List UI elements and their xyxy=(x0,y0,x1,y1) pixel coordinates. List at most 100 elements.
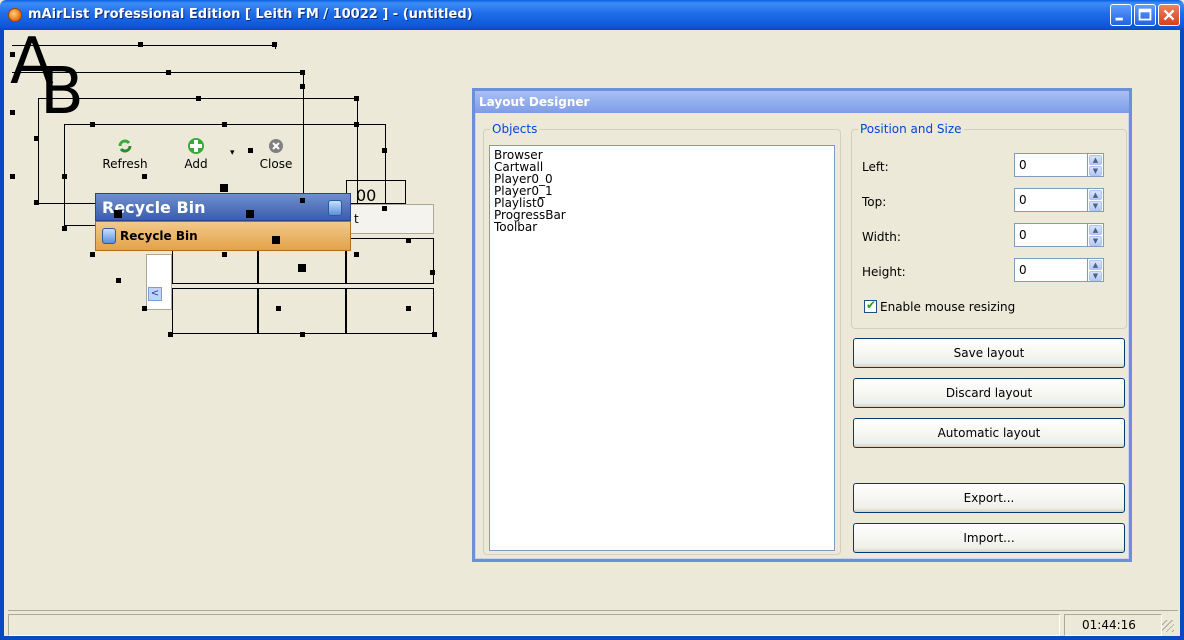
objects-listbox[interactable]: Browser Cartwall Player0_0 Player0_1 Pla… xyxy=(489,145,835,551)
maximize-button[interactable] xyxy=(1134,4,1156,26)
resize-handle[interactable] xyxy=(222,252,227,257)
list-item[interactable]: Browser xyxy=(494,149,830,161)
width-spin-buttons[interactable]: ▲ ▼ xyxy=(1088,223,1104,247)
close-circle-icon xyxy=(269,139,283,153)
spin-down-icon[interactable]: ▼ xyxy=(1089,271,1102,281)
save-layout-button[interactable]: Save layout xyxy=(853,338,1125,368)
enable-mouse-resizing-checkbox[interactable]: ✔ xyxy=(864,298,877,313)
resize-handle[interactable] xyxy=(114,210,122,218)
resize-handle[interactable] xyxy=(248,148,253,153)
toolbar-close-button[interactable]: Close xyxy=(254,137,298,171)
resize-handle[interactable] xyxy=(406,306,411,311)
add-icon xyxy=(188,138,204,154)
resize-handle[interactable] xyxy=(142,306,147,311)
resize-handle[interactable] xyxy=(34,136,39,141)
close-window-button[interactable] xyxy=(1158,4,1180,26)
wireframe-browser[interactable] xyxy=(12,45,276,49)
resize-handle[interactable] xyxy=(34,200,39,205)
width-input[interactable]: 0 xyxy=(1014,223,1088,247)
resize-handle[interactable] xyxy=(62,174,67,179)
recycle-bin-item[interactable]: Recycle Bin xyxy=(95,221,351,251)
width-spinner[interactable]: 0 ▲ ▼ xyxy=(1014,223,1104,247)
resize-handle[interactable] xyxy=(406,238,411,243)
spin-down-icon[interactable]: ▼ xyxy=(1089,201,1102,211)
resize-handle[interactable] xyxy=(298,264,306,272)
top-spin-buttons[interactable]: ▲ ▼ xyxy=(1088,188,1104,212)
top-spinner[interactable]: 0 ▲ ▼ xyxy=(1014,188,1104,212)
resize-handle[interactable] xyxy=(382,148,387,153)
resize-handle[interactable] xyxy=(222,122,227,127)
refresh-label: Refresh xyxy=(102,157,148,171)
automatic-layout-button[interactable]: Automatic layout xyxy=(853,418,1125,448)
recycle-bin-item-label: Recycle Bin xyxy=(120,229,198,243)
resize-handle[interactable] xyxy=(272,42,277,47)
resize-handle[interactable] xyxy=(354,122,359,127)
top-input[interactable]: 0 xyxy=(1014,188,1088,212)
list-item[interactable]: ProgressBar xyxy=(494,209,830,221)
dropdown-arrow-icon[interactable]: ▾ xyxy=(230,148,235,158)
list-item[interactable]: Player0_1 xyxy=(494,185,830,197)
height-input[interactable]: 0 xyxy=(1014,258,1088,282)
left-input[interactable]: 0 xyxy=(1014,153,1088,177)
resize-handle[interactable] xyxy=(116,278,121,283)
cart-cell-5[interactable] xyxy=(258,288,346,334)
list-item[interactable]: Toolbar xyxy=(494,221,830,233)
spin-up-icon[interactable]: ▲ xyxy=(1089,155,1102,165)
import-button[interactable]: Import... xyxy=(853,523,1125,553)
close-icon xyxy=(1163,9,1175,21)
resize-handle[interactable] xyxy=(272,236,280,244)
toolbar-refresh-button[interactable]: Refresh xyxy=(100,137,150,171)
spin-down-icon[interactable]: ▼ xyxy=(1089,236,1102,246)
resize-handle[interactable] xyxy=(300,84,305,89)
spin-down-icon[interactable]: ▼ xyxy=(1089,166,1102,176)
cart-cell-4[interactable] xyxy=(172,288,258,334)
status-clock: 01:44:16 xyxy=(1082,618,1136,632)
resize-handle[interactable] xyxy=(354,252,359,257)
enable-mouse-resizing-label[interactable]: Enable mouse resizing xyxy=(880,300,1015,314)
resize-handle[interactable] xyxy=(166,70,171,75)
resize-handle[interactable] xyxy=(220,184,228,192)
discard-layout-button[interactable]: Discard layout xyxy=(853,378,1125,408)
counter-fragment: 00 xyxy=(356,186,377,205)
resize-handle[interactable] xyxy=(62,226,67,231)
resize-handle[interactable] xyxy=(10,174,15,179)
spin-up-icon[interactable]: ▲ xyxy=(1089,225,1102,235)
resize-handle[interactable] xyxy=(196,96,201,101)
export-button[interactable]: Export... xyxy=(853,483,1125,513)
cart-cell-3[interactable] xyxy=(346,238,434,284)
minimize-button[interactable] xyxy=(1110,4,1132,26)
toolbar-add-button[interactable]: Add xyxy=(178,137,214,171)
resize-handle[interactable] xyxy=(10,52,15,57)
resize-handle[interactable] xyxy=(300,70,305,75)
height-spin-buttons[interactable]: ▲ ▼ xyxy=(1088,258,1104,282)
playlist-scroll-area[interactable] xyxy=(146,254,172,310)
objects-group-label: Objects xyxy=(490,122,540,136)
window-frame-right xyxy=(1180,30,1184,640)
window-titlebar[interactable]: mAirList Professional Edition [ Leith FM… xyxy=(0,0,1184,30)
statusbar: 01:44:16 xyxy=(8,610,1178,636)
resize-handle[interactable] xyxy=(300,198,305,203)
resize-handle[interactable] xyxy=(168,332,173,337)
resize-handle[interactable] xyxy=(430,270,435,275)
spin-up-icon[interactable]: ▲ xyxy=(1089,260,1102,270)
left-spinner[interactable]: 0 ▲ ▼ xyxy=(1014,153,1104,177)
resize-handle[interactable] xyxy=(90,122,95,127)
resize-handle[interactable] xyxy=(432,332,437,337)
spin-up-icon[interactable]: ▲ xyxy=(1089,190,1102,200)
resize-grip-icon[interactable] xyxy=(1162,620,1174,632)
resize-handle[interactable] xyxy=(10,110,15,115)
cart-cell-6[interactable] xyxy=(346,288,434,334)
resize-handle[interactable] xyxy=(382,206,387,211)
resize-handle[interactable] xyxy=(142,174,147,179)
dialog-title[interactable]: Layout Designer xyxy=(475,91,1129,113)
resize-handle[interactable] xyxy=(300,332,305,337)
resize-handle[interactable] xyxy=(354,96,359,101)
scroll-left-button[interactable]: < xyxy=(148,287,162,301)
resize-handle[interactable] xyxy=(90,252,95,257)
position-size-group-label: Position and Size xyxy=(858,122,964,136)
resize-handle[interactable] xyxy=(246,210,254,218)
resize-handle[interactable] xyxy=(138,42,143,47)
resize-handle[interactable] xyxy=(276,306,281,311)
height-spinner[interactable]: 0 ▲ ▼ xyxy=(1014,258,1104,282)
left-spin-buttons[interactable]: ▲ ▼ xyxy=(1088,153,1104,177)
